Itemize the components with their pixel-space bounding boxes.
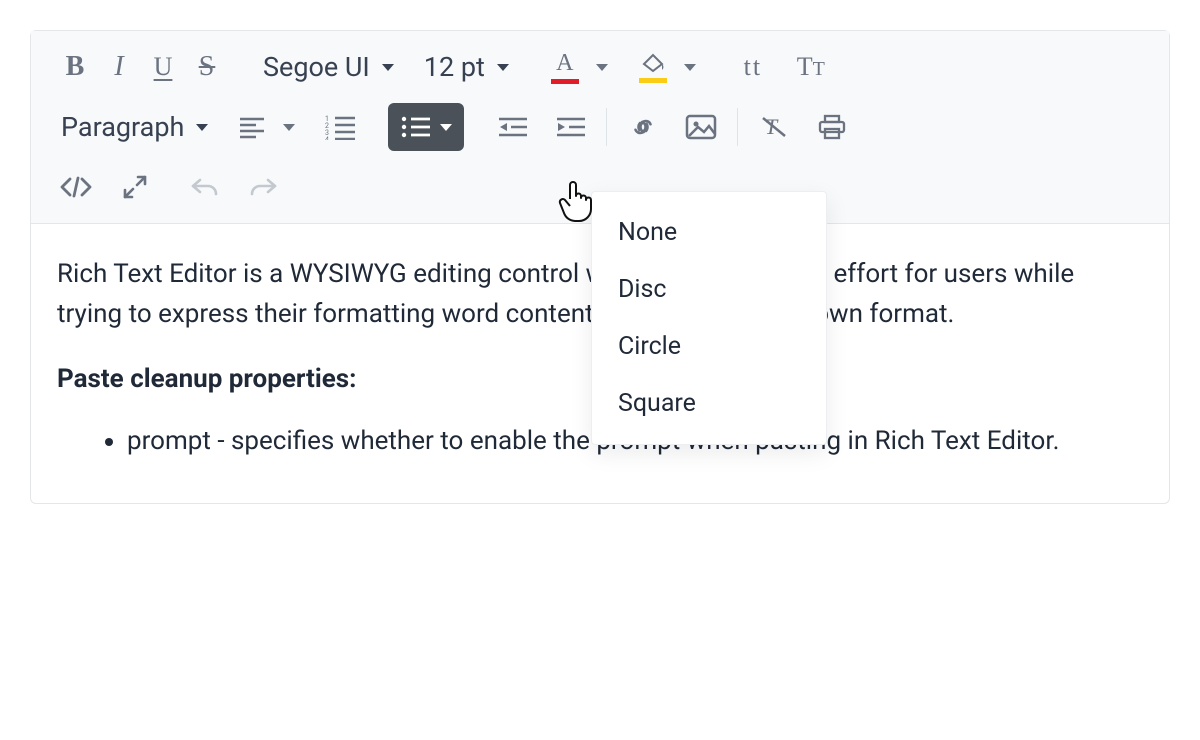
paint-bucket-icon [639, 52, 667, 83]
separator [606, 108, 607, 146]
font-size-select[interactable]: 12 pt [416, 45, 517, 89]
bold-button[interactable]: B [53, 45, 97, 89]
chevron-down-icon [283, 124, 295, 131]
outdent-button[interactable] [490, 105, 534, 149]
background-color-dropdown[interactable] [675, 45, 705, 89]
redo-button[interactable] [241, 165, 285, 209]
chevron-down-icon [497, 64, 509, 71]
ordered-list-button[interactable]: 1 2 3 4 [318, 105, 362, 149]
outdent-icon [497, 115, 527, 139]
italic-icon: I [114, 51, 123, 83]
link-button[interactable] [621, 105, 665, 149]
strikethrough-icon: S [199, 51, 216, 83]
image-icon [685, 114, 717, 140]
cursor-pointer-icon [556, 179, 594, 227]
fullscreen-button[interactable] [113, 165, 157, 209]
underline-button[interactable]: U [141, 45, 185, 89]
unordered-list-button[interactable] [388, 103, 464, 151]
font-color-dropdown[interactable] [587, 45, 617, 89]
toolbar: B I U S Segoe UI 12 pt A [31, 31, 1169, 224]
chevron-down-icon [196, 124, 208, 131]
bold-icon: B [66, 51, 85, 83]
font-family-label: Segoe UI [263, 51, 370, 83]
bullet-option-square[interactable]: Square [592, 375, 826, 432]
format-select[interactable]: Paragraph [53, 105, 216, 149]
code-view-button[interactable] [53, 165, 99, 209]
align-left-icon [238, 115, 266, 139]
undo-icon [190, 176, 220, 198]
font-family-select[interactable]: Segoe UI [255, 45, 402, 89]
bullet-option-none[interactable]: None [592, 204, 826, 261]
separator [737, 108, 738, 146]
bullet-option-circle[interactable]: Circle [592, 318, 826, 375]
uppercase-icon: TT [797, 52, 825, 82]
clear-format-icon: T [759, 114, 789, 140]
fullscreen-icon [121, 174, 149, 200]
bullet-style-dropdown: None Disc Circle Square [591, 191, 827, 445]
chevron-down-icon [440, 124, 452, 131]
image-button[interactable] [679, 105, 723, 149]
clear-format-button[interactable]: T [752, 105, 796, 149]
ordered-list-icon: 1 2 3 4 [325, 114, 355, 140]
svg-text:4: 4 [325, 136, 329, 140]
font-color-icon: A [551, 51, 579, 84]
chevron-down-icon [684, 64, 696, 71]
uppercase-button[interactable]: TT [789, 45, 833, 89]
link-icon [628, 115, 658, 139]
print-icon [817, 114, 847, 140]
bullet-option-disc[interactable]: Disc [592, 261, 826, 318]
lowercase-button[interactable]: tt [731, 45, 775, 89]
align-dropdown[interactable] [274, 105, 304, 149]
chevron-down-icon [382, 64, 394, 71]
italic-button[interactable]: I [97, 45, 141, 89]
strikethrough-button[interactable]: S [185, 45, 229, 89]
redo-icon [248, 176, 278, 198]
code-icon [59, 175, 93, 199]
print-button[interactable] [810, 105, 854, 149]
underline-icon: U [154, 52, 173, 82]
background-color-button[interactable] [631, 45, 675, 89]
unordered-list-icon [400, 115, 430, 139]
indent-icon [555, 115, 585, 139]
format-label: Paragraph [61, 111, 184, 143]
font-color-button[interactable]: A [543, 45, 587, 89]
undo-button[interactable] [183, 165, 227, 209]
indent-button[interactable] [548, 105, 592, 149]
chevron-down-icon [596, 64, 608, 71]
lowercase-icon: tt [744, 52, 762, 82]
font-size-label: 12 pt [424, 51, 485, 83]
align-button[interactable] [230, 105, 274, 149]
rich-text-editor: B I U S Segoe UI 12 pt A [30, 30, 1170, 504]
